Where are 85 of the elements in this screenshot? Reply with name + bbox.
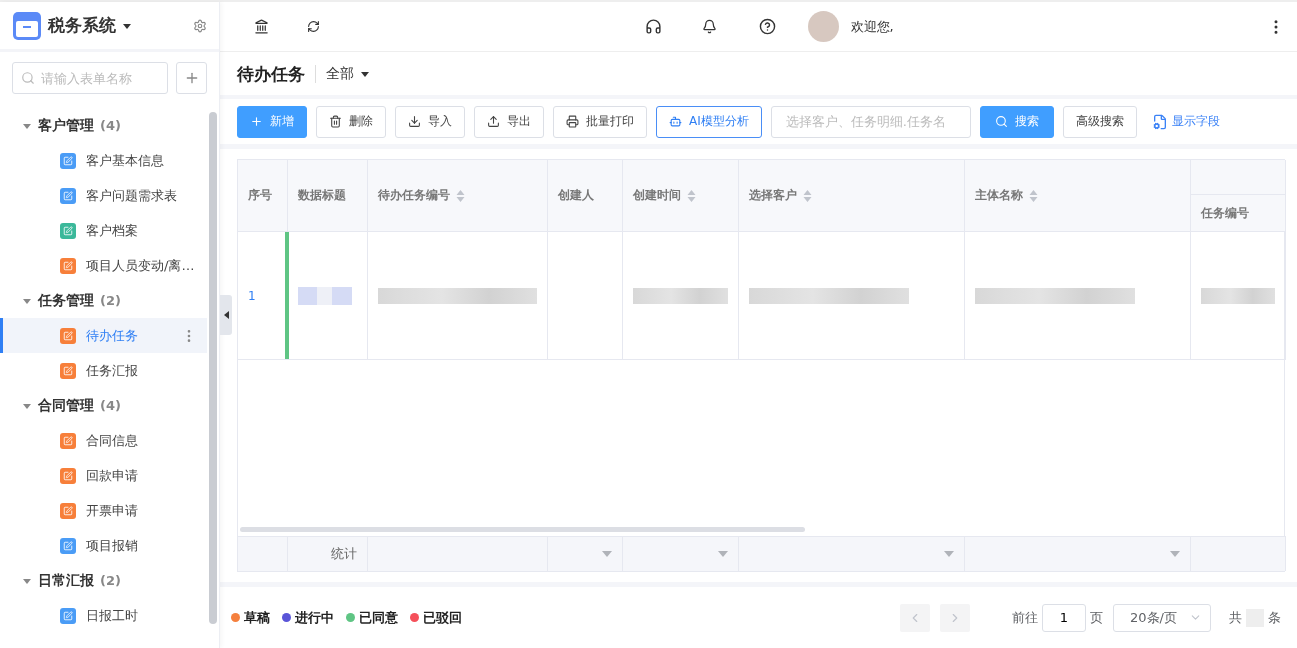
search-field[interactable]: 请输入表单名称	[12, 62, 168, 94]
group-label: 日常汇报	[38, 571, 94, 590]
settings-icon[interactable]	[193, 18, 207, 33]
page-input[interactable]: 1	[1042, 603, 1086, 632]
dropdown-caret-icon[interactable]	[944, 550, 954, 558]
group-count: (2)	[100, 293, 121, 308]
sort-icon	[456, 188, 465, 203]
legend-item: 草稿	[231, 608, 270, 627]
search-field[interactable]: 选择客户、任务明细.任务名	[770, 105, 971, 138]
goto-label: 前往	[1012, 608, 1038, 627]
advanced-search-button[interactable]: 高级搜索	[1062, 105, 1137, 138]
sort-icon	[687, 188, 696, 203]
dropdown-caret-icon[interactable]	[602, 550, 612, 558]
sidebar-item[interactable]: 开票申请	[0, 493, 207, 528]
printer-icon	[566, 115, 579, 128]
legend-item: 已驳回	[410, 608, 462, 627]
filter-dropdown[interactable]: 全部	[326, 64, 370, 83]
collapse-handle[interactable]	[220, 295, 232, 335]
notification-icon[interactable]	[701, 19, 717, 34]
dropdown-caret-icon[interactable]	[1170, 550, 1180, 558]
welcome-text: 欢迎您,	[850, 17, 894, 36]
sort-icon	[1029, 188, 1038, 203]
page-size-select[interactable]: 20条/页	[1113, 603, 1211, 632]
sidebar-item[interactable]: 项目报销	[0, 528, 207, 563]
page-title: 待办任务	[237, 64, 316, 83]
upload-icon	[487, 115, 500, 128]
group-count: (4)	[100, 398, 121, 413]
tree-group[interactable]: 合同管理 (4)	[0, 388, 207, 423]
legend-item: 进行中	[282, 608, 334, 627]
robot-icon	[669, 115, 682, 128]
column-header: 创建时间	[623, 160, 739, 232]
sidebar-item[interactable]: 客户档案	[0, 213, 207, 248]
sort-icon	[803, 188, 812, 203]
help-icon[interactable]	[758, 18, 776, 35]
total-prefix: 共	[1229, 608, 1242, 627]
sidebar-item[interactable]: 回款申请	[0, 458, 207, 493]
headset-icon[interactable]	[644, 18, 662, 35]
summary-cell: 统计	[288, 536, 368, 571]
column-header: 待办任务编号	[368, 160, 548, 232]
sidebar-item[interactable]: 日报工时	[0, 598, 207, 633]
legend-item: 已同意	[346, 608, 398, 627]
page-unit: 页	[1090, 608, 1103, 627]
sidebar-item[interactable]: 任务汇报	[0, 353, 207, 388]
search-icon	[21, 71, 35, 85]
tree-group[interactable]: 客户管理 (4)	[0, 108, 207, 143]
column-header: 创建人	[548, 160, 623, 232]
avatar	[807, 11, 839, 42]
sidebar-item[interactable]: 合同信息	[0, 423, 207, 458]
download-icon	[408, 115, 421, 128]
sidebar-item[interactable]: 客户基本信息	[0, 143, 207, 178]
sidebar-item[interactable]: 客户问题需求表	[0, 178, 207, 213]
column-header: 数据标题	[288, 160, 368, 232]
group-count: (2)	[100, 573, 121, 588]
scrollbar[interactable]	[209, 112, 217, 624]
toolbar-button[interactable]: AI模型分析	[656, 105, 762, 138]
sidebar-item[interactable]: 项目人员变动/离…	[0, 248, 207, 283]
bank-icon[interactable]	[254, 19, 269, 34]
tree-group[interactable]: 日常汇报 (2)	[0, 563, 207, 598]
column-header: 任务编号	[1191, 160, 1286, 232]
tree-group[interactable]: 任务管理 (2)	[0, 283, 207, 318]
dropdown-caret-icon[interactable]	[718, 550, 728, 558]
group-label: 客户管理	[38, 116, 94, 135]
column-header: 序号	[238, 160, 288, 232]
file-settings-icon	[1151, 113, 1168, 130]
toolbar-button[interactable]: 删除	[316, 105, 386, 138]
group-count: (4)	[100, 118, 121, 133]
app-logo-icon	[12, 10, 42, 41]
group-label: 合同管理	[38, 396, 94, 415]
toolbar-button[interactable]: 导出	[474, 105, 544, 138]
add-button[interactable]	[176, 62, 207, 94]
horizontal-scrollbar[interactable]	[240, 527, 805, 532]
sidebar-item[interactable]: 待办任务	[0, 318, 207, 353]
column-header: 选择客户	[739, 160, 965, 232]
show-fields-link[interactable]: 显示字段	[1151, 113, 1220, 130]
search-icon	[994, 115, 1008, 128]
total-suffix: 条	[1268, 608, 1281, 627]
refresh-icon[interactable]	[307, 20, 320, 33]
redacted-tag	[298, 286, 352, 305]
app-title: 税务系统	[48, 14, 116, 37]
plus-icon	[250, 115, 263, 128]
group-label: 任务管理	[38, 291, 94, 310]
column-header: 主体名称	[965, 160, 1191, 232]
trash-icon	[329, 115, 342, 128]
toolbar-button[interactable]: 导入	[395, 105, 465, 138]
toolbar-button[interactable]: 批量打印	[553, 105, 647, 138]
